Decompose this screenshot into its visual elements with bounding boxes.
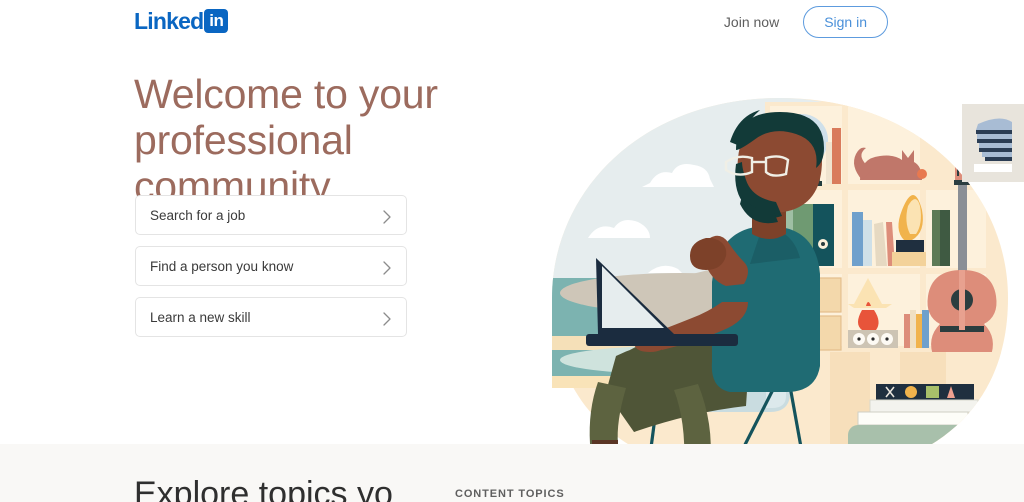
hero-illustration (530, 88, 1024, 488)
logo-in-badge-icon: in (204, 9, 229, 33)
headline-line-1: Welcome to your (134, 71, 438, 117)
hero-action-cards: Search for a job Find a person you know … (135, 195, 407, 348)
explore-topics-section: Explore topics yo CONTENT TOPICS (0, 444, 1024, 502)
action-card-label: Learn a new skill (150, 309, 251, 325)
hero-section: Welcome to your professional community S… (0, 44, 1024, 488)
chevron-right-icon (382, 312, 392, 326)
action-card-label: Search for a job (150, 207, 246, 223)
chevron-right-icon (382, 261, 392, 275)
chevron-right-icon (382, 210, 392, 224)
action-card-label: Find a person you know (150, 258, 294, 274)
framed-art-decor (962, 104, 1024, 182)
join-now-button[interactable]: Join now (716, 8, 787, 36)
linkedin-logo[interactable]: Linked in (134, 8, 229, 34)
logo-wordmark: Linked (134, 8, 204, 34)
explore-topics-heading: Explore topics yo (134, 475, 393, 502)
action-card-find-a-person-you-know[interactable]: Find a person you know (135, 246, 407, 286)
site-header: Linked in Join now Sign in (0, 0, 1024, 44)
content-topics-label: CONTENT TOPICS (455, 488, 565, 500)
action-card-learn-a-new-skill[interactable]: Learn a new skill (135, 297, 407, 337)
hero-headline: Welcome to your professional community (134, 71, 554, 210)
linkedin-landing-page: Linked in Join now Sign in Welcome to yo… (0, 0, 1024, 502)
header-nav: Join now Sign in (716, 6, 888, 38)
sign-in-button[interactable]: Sign in (803, 6, 888, 38)
clocks-decor (848, 330, 898, 348)
action-card-search-for-a-job[interactable]: Search for a job (135, 195, 407, 235)
